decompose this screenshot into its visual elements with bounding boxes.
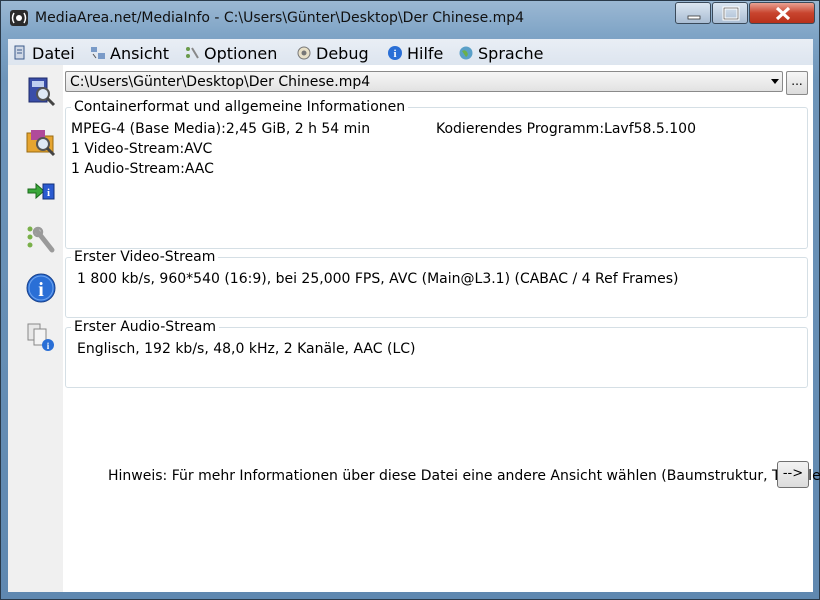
menu-ansicht[interactable]: Ansicht [90,42,169,64]
view-icon [91,47,105,59]
video-stream-details: 1 800 kb/s, 960*540 (16:9), bei 25,000 F… [77,271,679,287]
general-video-count: 1 Video-Stream:AVC [71,141,213,157]
mediainfo-window: MediaArea.net/MediaInfo - C:\Users\Günte… [0,0,820,600]
menu-datei[interactable]: Datei [12,42,75,64]
help-icon: i [388,46,402,60]
menu-bar: Datei Ansicht Optionen Debug i Hilfe Spr… [8,39,813,65]
audio-stream-group: Erster Audio-Stream Englisch, 192 kb/s, … [65,319,808,388]
globe-icon [459,46,473,60]
close-icon [775,6,791,21]
options-icon [186,47,199,59]
file-compare-icon[interactable]: i [25,321,57,353]
audio-stream-details: Englisch, 192 kb/s, 48,0 kHz, 2 Kanäle, … [77,341,416,357]
file-icon [14,45,25,60]
general-format-line: MPEG-4 (Base Media):2,45 GiB, 2 h 54 min [71,121,371,137]
sidebar-toolbar: i i i [8,65,63,592]
debug-icon [297,46,311,60]
svg-text:i: i [47,187,50,199]
menu-sprache[interactable]: Sprache [458,42,543,64]
menu-optionen-label: Optionen [204,43,278,63]
open-file-icon[interactable] [25,75,57,107]
chevron-down-icon[interactable] [771,79,779,84]
menu-sprache-label: Sprache [478,43,544,63]
svg-text:i: i [38,279,44,301]
general-encoder: Kodierendes Programm:Lavf58.5.100 [436,121,696,137]
general-info-group: Containerformat und allgemeine Informati… [65,99,808,249]
maximize-button[interactable] [712,2,748,24]
svg-text:i: i [393,48,396,60]
menu-hilfe[interactable]: i Hilfe [387,42,443,64]
video-stream-title: Erster Video-Stream [71,249,219,265]
menu-ansicht-label: Ansicht [110,43,170,63]
open-folder-icon[interactable] [25,125,57,157]
menu-hilfe-label: Hilfe [407,43,444,63]
browse-button[interactable]: ... [786,71,808,95]
file-path-value: C:\Users\Günter\Desktop\Der Chinese.mp4 [70,74,371,90]
export-icon[interactable]: i [25,175,57,207]
menu-optionen[interactable]: Optionen [184,42,277,64]
general-info-title: Containerformat und allgemeine Informati… [71,99,409,115]
audio-stream-title: Erster Audio-Stream [71,319,219,335]
video-stream-group: Erster Video-Stream 1 800 kb/s, 960*540 … [65,249,808,318]
general-audio-count: 1 Audio-Stream:AAC [71,161,214,177]
window-title: MediaArea.net/MediaInfo - C:\Users\Günte… [35,10,525,26]
preferences-icon[interactable] [25,223,57,255]
close-button[interactable] [749,2,815,24]
view-hint-text: Hinweis: Für mehr Informationen über die… [108,468,820,484]
title-bar[interactable]: MediaArea.net/MediaInfo - C:\Users\Günte… [1,1,819,35]
about-icon[interactable]: i [25,272,57,304]
mediainfo-app-icon [10,10,28,26]
minimize-button[interactable] [675,2,711,24]
minimize-icon [687,15,701,20]
menu-debug[interactable]: Debug [296,42,369,64]
menu-datei-label: Datei [32,43,75,63]
maximize-icon [722,6,740,21]
menu-debug-label: Debug [316,43,369,63]
next-view-button[interactable]: --> [777,461,809,488]
file-select-combo[interactable]: C:\Users\Günter\Desktop\Der Chinese.mp4 [65,71,783,92]
